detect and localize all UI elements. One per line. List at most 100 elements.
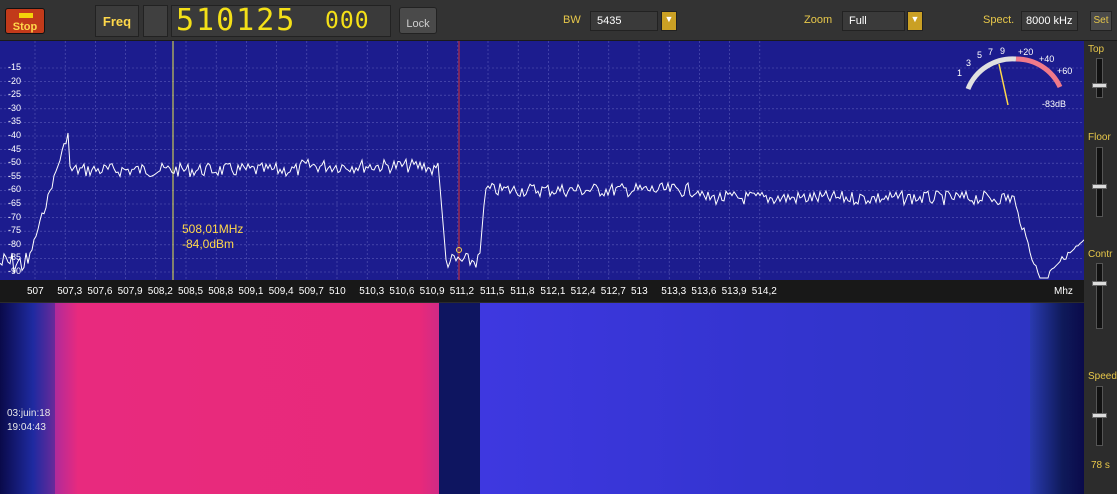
db-tick-label: -50 <box>8 157 22 168</box>
db-tick-label: -30 <box>8 102 22 113</box>
waterfall-edge-right <box>1030 303 1084 494</box>
meter-scale-low <box>965 56 1017 91</box>
frequency-axis: Mhz 507 507,3 507,6 507,9 508,2 508,5 508,8 509… <box>0 280 1084 302</box>
meter-tick: 3 <box>966 58 971 68</box>
db-tick-label: -20 <box>8 75 22 86</box>
spectrum-trace <box>0 132 1084 279</box>
freq-spacer <box>143 5 168 37</box>
toolbar: Stop Freq 510125 000 Lock BW 5435 ▼ Zoom… <box>0 0 1117 41</box>
frequency-tick-label: 508,5 <box>178 286 204 297</box>
bw-label: BW <box>563 14 581 26</box>
db-tick-label: -25 <box>8 89 22 100</box>
db-tick-label: -90 <box>8 266 22 276</box>
stop-label: Stop <box>12 21 38 33</box>
waterfall-edge-left <box>0 303 55 494</box>
frequency-tick-label: 511,5 <box>480 286 505 297</box>
spectrum-plot <box>0 41 1084 280</box>
db-tick-label: -60 <box>8 184 22 195</box>
frequency-tick-label: 508,8 <box>208 286 234 297</box>
set-button[interactable]: Set <box>1090 11 1112 31</box>
frequency-display[interactable]: 510125 000 <box>171 5 391 37</box>
db-tick-label: -15 <box>8 62 22 72</box>
frequency-tick-label: 513,6 <box>691 286 717 297</box>
db-tick-label: -45 <box>8 143 22 154</box>
frequency-tick-label: 507,6 <box>87 286 113 297</box>
waterfall-gap <box>439 303 480 494</box>
frequency-tick-label: 513,3 <box>661 286 687 297</box>
bw-select[interactable]: 5435 <box>590 11 658 31</box>
frequency-tick-label: 514,2 <box>751 286 777 297</box>
top-slider-thumb[interactable] <box>1092 83 1107 88</box>
frequency-tick-label: 512,7 <box>600 286 626 297</box>
contrast-slider-thumb[interactable] <box>1092 281 1107 286</box>
marker-level: -84,0dBm <box>182 237 235 251</box>
meter-tick: 7 <box>988 47 993 57</box>
spect-label: Spect. <box>983 14 1015 26</box>
meter-tick: 1 <box>957 68 962 78</box>
spect-span-input[interactable]: 8000 kHz <box>1021 11 1078 31</box>
marker-frequency: 508,01MHz <box>182 222 244 236</box>
speed-label: Speed <box>1088 371 1117 382</box>
lock-label: Lock <box>406 18 430 30</box>
frequency-tick-label: 513,9 <box>721 286 747 297</box>
frequency-sub-digits: 000 <box>325 8 370 34</box>
waterfall-date: 03:juin:18 <box>7 408 51 419</box>
meter-reading: -83dB <box>1042 99 1066 109</box>
frequency-tick-label: 512,4 <box>570 286 596 297</box>
waterfall-display[interactable]: 03:juin:18 19:04:43 <box>0 303 1084 494</box>
floor-label: Floor <box>1088 132 1111 143</box>
db-tick-label: -65 <box>8 198 22 208</box>
waterfall-signal-band-2 <box>480 303 1030 494</box>
top-label: Top <box>1088 44 1105 55</box>
top-slider[interactable] <box>1096 58 1103 98</box>
spectrum-display[interactable]: -15 -20 -25 -30 -35 -40 -45 -50 -55 -60 -65 -70 -75 -… <box>0 41 1084 280</box>
waterfall-time: 19:04:43 <box>7 422 46 433</box>
contrast-label: Contr <box>1088 249 1113 260</box>
frequency-tick-label: 510,3 <box>359 286 385 297</box>
contrast-slider[interactable] <box>1096 263 1103 329</box>
frequency-tick-label: 513 <box>631 286 648 297</box>
floor-slider[interactable] <box>1096 147 1103 217</box>
frequency-main-digits: 510125 <box>176 3 297 38</box>
frequency-tick-label: 507,9 <box>117 286 143 297</box>
db-tick-label: -80 <box>8 238 22 249</box>
freq-label: Freq <box>102 14 132 29</box>
zoom-label: Zoom <box>804 14 833 26</box>
signal-meter: 1 3 5 7 9 +20 +40 +60 -83dB <box>957 46 1072 109</box>
lock-button[interactable]: Lock <box>399 7 437 34</box>
frequency-unit: Mhz <box>1054 286 1073 297</box>
zoom-select[interactable]: Full <box>842 11 905 31</box>
meter-tick: +40 <box>1039 54 1054 64</box>
db-tick-label: -75 <box>8 225 22 236</box>
frequency-tick-label: 507,3 <box>57 286 83 297</box>
chevron-down-icon: ▼ <box>910 14 920 24</box>
frequency-tick-label: 507 <box>27 286 44 297</box>
meter-tick: +20 <box>1018 47 1033 57</box>
db-tick-label: -40 <box>8 130 22 140</box>
freq-button[interactable]: Freq <box>95 5 139 37</box>
floor-slider-thumb[interactable] <box>1092 184 1107 189</box>
frequency-tick-label: 509,1 <box>238 286 264 297</box>
chevron-down-icon: ▼ <box>664 14 674 24</box>
db-tick-label: -70 <box>8 211 22 222</box>
speed-value: 78 s <box>1091 460 1110 471</box>
meter-tick: +60 <box>1057 66 1072 76</box>
meter-tick: 9 <box>1000 46 1005 56</box>
speed-slider-thumb[interactable] <box>1092 413 1107 418</box>
frequency-tick-label: 509,4 <box>268 286 294 297</box>
stop-button[interactable]: Stop <box>5 8 45 34</box>
frequency-tick-label: 511,8 <box>510 286 535 297</box>
frequency-tick-label: 509,7 <box>298 286 324 297</box>
zoom-dropdown-button[interactable]: ▼ <box>907 11 923 31</box>
frequency-tick-label: 512,1 <box>540 286 566 297</box>
frequency-tick-label: 510 <box>329 286 346 297</box>
db-tick-label: -55 <box>8 170 22 181</box>
frequency-tick-label: 508,2 <box>147 286 173 297</box>
meter-needle <box>998 63 1009 106</box>
bw-dropdown-button[interactable]: ▼ <box>661 11 677 31</box>
frequency-tick-label: 511,2 <box>449 286 475 297</box>
stop-indicator-icon <box>19 13 33 18</box>
frequency-tick-label: 510,9 <box>419 286 445 297</box>
frequency-tick-label: 510,6 <box>389 286 415 297</box>
waterfall-signal-band-1 <box>55 303 439 494</box>
